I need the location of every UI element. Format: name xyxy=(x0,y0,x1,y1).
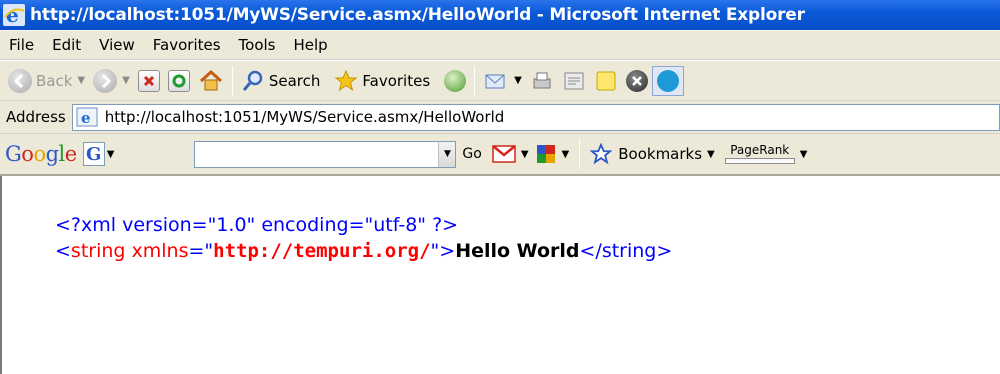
media-button[interactable] xyxy=(440,65,470,97)
xml-text-content: Hello World xyxy=(455,240,580,262)
xml-declaration: <?xml version="1.0" encoding="utf-8" ?> xyxy=(55,214,459,236)
favorites-button[interactable]: Favorites xyxy=(330,65,434,97)
address-input[interactable] xyxy=(104,108,805,126)
bookmark-star-icon xyxy=(590,143,613,165)
home-button[interactable] xyxy=(194,65,228,97)
blocker-button[interactable] xyxy=(622,65,652,97)
gmail-button[interactable]: ▼ xyxy=(492,145,529,163)
print-icon xyxy=(533,72,551,88)
home-icon xyxy=(199,69,222,90)
forward-dropdown-icon[interactable]: ▼ xyxy=(122,75,130,86)
google-menu-button[interactable]: G ▼ xyxy=(82,142,115,166)
xml-attr-value: http://tempuri.org/ xyxy=(213,240,431,262)
title-bar[interactable]: e http://localhost:1051/MyWS/Service.asm… xyxy=(0,0,1000,30)
google-toolbar: Google G ▼ ▼ Go ▼ ▼ Bookmarks ▼ PageRank… xyxy=(0,134,1000,176)
standard-buttons-toolbar: Back ▼ ▼ Search Favorites ▼ xyxy=(0,61,1000,101)
stop-button[interactable] xyxy=(134,65,164,97)
xml-tag-name: string xyxy=(70,240,126,262)
gmail-icon xyxy=(492,145,516,163)
favorites-star-icon xyxy=(334,69,358,91)
refresh-button[interactable] xyxy=(164,65,194,97)
menu-favorites[interactable]: Favorites xyxy=(144,36,230,54)
google-menu-dropdown-icon: ▼ xyxy=(106,148,115,160)
mail-icon xyxy=(485,74,505,88)
stop-icon xyxy=(137,69,160,92)
back-button[interactable]: Back ▼ xyxy=(4,65,89,97)
sticky-note-icon xyxy=(596,71,616,90)
bookmarks-label: Bookmarks xyxy=(618,145,703,163)
menu-tools[interactable]: Tools xyxy=(230,36,285,54)
bookmarks-dropdown-icon: ▼ xyxy=(707,148,715,160)
print-button[interactable] xyxy=(526,65,558,97)
menu-help[interactable]: Help xyxy=(285,36,337,54)
back-label: Back xyxy=(36,71,73,90)
window-title: http://localhost:1051/MyWS/Service.asmx/… xyxy=(30,5,805,25)
edit-page-icon xyxy=(564,72,584,89)
toolbar-separator xyxy=(474,65,476,96)
google-go-button[interactable]: Go xyxy=(462,146,481,162)
media-icon xyxy=(444,69,467,92)
xml-open-bracket: < xyxy=(55,240,71,262)
refresh-icon xyxy=(167,69,190,92)
menu-edit[interactable]: Edit xyxy=(43,36,90,54)
google-logo[interactable]: Google xyxy=(5,142,77,166)
google-search-dropdown-icon[interactable]: ▼ xyxy=(438,141,456,167)
gmail-dropdown-icon[interactable]: ▼ xyxy=(521,149,529,160)
google-logo-letter: o xyxy=(33,142,46,166)
back-dropdown-icon[interactable]: ▼ xyxy=(77,75,85,86)
google-search-box[interactable]: ▼ xyxy=(194,140,457,168)
menu-view[interactable]: View xyxy=(90,36,144,54)
ie-page-icon: e xyxy=(76,107,98,127)
note-button[interactable] xyxy=(590,65,622,97)
mail-dropdown-icon[interactable]: ▼ xyxy=(514,75,522,86)
pagerank-label: PageRank xyxy=(730,143,790,157)
puzzle-icon xyxy=(536,145,555,163)
internet-explorer-icon: e xyxy=(3,4,25,26)
favorites-label: Favorites xyxy=(362,71,431,90)
google-g-icon: G xyxy=(82,142,105,166)
google-logo-letter: e xyxy=(64,142,77,166)
google-logo-letter: g xyxy=(45,142,59,166)
block-icon xyxy=(625,69,648,92)
xml-string-element: <string xmlns="http://tempuri.org/">Hell… xyxy=(55,238,1000,264)
page-content: <?xml version="1.0" encoding="utf-8" ?> … xyxy=(0,176,1000,374)
google-search-input[interactable] xyxy=(195,141,439,167)
toolbar-separator xyxy=(231,65,233,96)
menu-bar: File Edit View Favorites Tools Help xyxy=(0,30,1000,60)
pagerank-bar xyxy=(724,158,795,164)
address-label: Address xyxy=(6,108,66,126)
forward-arrow-icon xyxy=(93,68,118,93)
address-bar: Address e xyxy=(0,101,1000,134)
skype-icon xyxy=(656,69,679,92)
edit-button[interactable] xyxy=(558,65,590,97)
xml-attr-close: "> xyxy=(430,240,456,262)
google-logo-letter: o xyxy=(21,142,34,166)
toolbar-buttons-dropdown-icon[interactable]: ▼ xyxy=(562,149,570,160)
toolbar-buttons-menu[interactable]: ▼ xyxy=(535,143,570,165)
forward-button[interactable]: ▼ xyxy=(89,65,134,97)
toolbar-separator xyxy=(579,139,581,169)
xml-attr-eq: =" xyxy=(188,240,214,262)
skype-button[interactable] xyxy=(651,65,684,96)
pagerank-indicator[interactable]: PageRank xyxy=(724,143,795,164)
google-logo-letter: G xyxy=(5,142,22,166)
search-button[interactable]: Search xyxy=(237,65,325,97)
xml-close-tag: </string> xyxy=(579,240,673,262)
xml-attr-name: xmlns xyxy=(131,240,189,262)
search-icon xyxy=(242,70,263,91)
back-arrow-icon xyxy=(8,68,32,93)
svg-text:e: e xyxy=(81,109,91,127)
mail-button[interactable]: ▼ xyxy=(479,65,526,97)
search-label: Search xyxy=(268,71,321,90)
bookmarks-button[interactable]: Bookmarks ▼ xyxy=(590,143,715,165)
pagerank-dropdown-icon[interactable]: ▼ xyxy=(800,149,808,160)
address-field[interactable]: e xyxy=(71,103,1000,131)
menu-file[interactable]: File xyxy=(0,36,43,54)
